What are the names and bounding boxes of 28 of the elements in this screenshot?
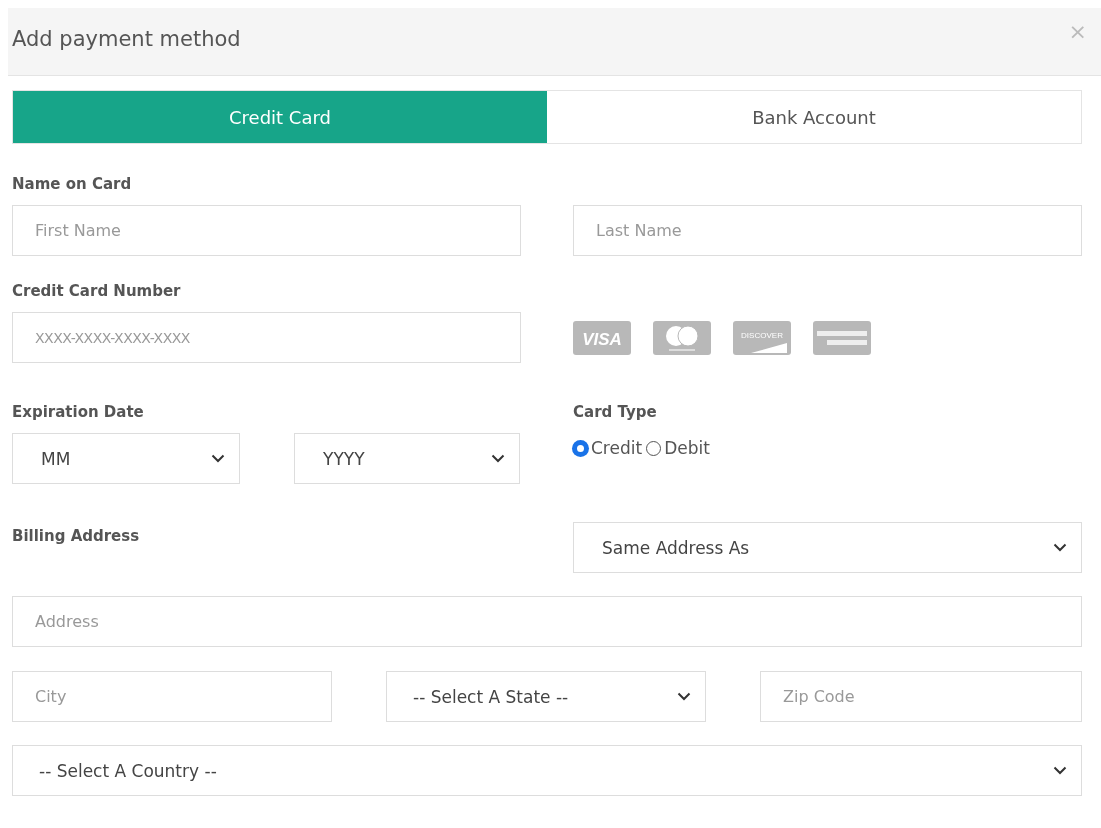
dropdown[interactable]: -- Select A State -- xyxy=(386,671,706,722)
field-label: Card Type xyxy=(573,403,658,421)
input-field[interactable]: Address xyxy=(12,596,1082,647)
dropdown[interactable]: YYYY xyxy=(294,433,520,484)
field-label: Expiration Date xyxy=(12,403,145,421)
input-field[interactable]: First Name xyxy=(12,205,521,256)
input-field[interactable]: City xyxy=(12,671,332,722)
dropdown[interactable]: -- Select A Country -- xyxy=(12,745,1082,796)
dropdown[interactable]: Same Address As xyxy=(573,522,1082,573)
dialog-title: Add payment method xyxy=(12,26,241,51)
chevron-down-icon xyxy=(1053,543,1067,552)
input-field[interactable]: Last Name xyxy=(573,205,1082,256)
card-logo-icon xyxy=(813,321,871,355)
chevron-down-icon xyxy=(211,454,225,463)
chevron-down-icon xyxy=(677,692,691,701)
radio-button[interactable] xyxy=(573,440,588,456)
field-label: Credit Card Number xyxy=(12,282,182,300)
field-label: Billing Address xyxy=(12,527,141,545)
dropdown[interactable]: MM xyxy=(12,433,240,484)
radio-label[interactable]: Debit xyxy=(664,438,710,458)
input-field[interactable]: XXXX-XXXX-XXXX-XXXX xyxy=(12,312,521,363)
chevron-down-icon xyxy=(1053,766,1067,775)
chevron-down-icon xyxy=(491,454,505,463)
card-logo-icon: VISA xyxy=(573,321,631,355)
field-label: Name on Card xyxy=(12,175,133,193)
input-field[interactable]: Zip Code xyxy=(760,671,1082,722)
radio-label[interactable]: Credit xyxy=(591,438,643,458)
card-logo-icon xyxy=(653,321,711,355)
